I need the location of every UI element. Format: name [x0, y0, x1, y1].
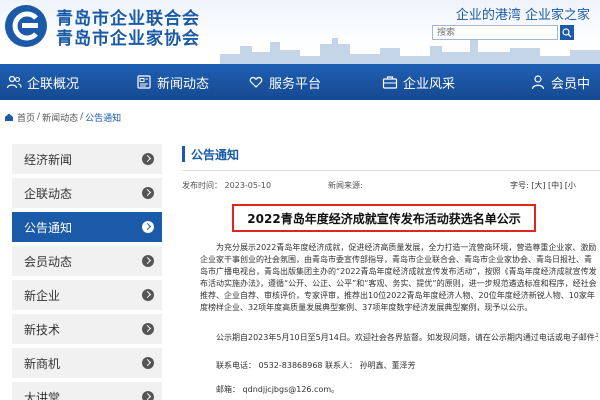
- sidebar-item-label: 新商机: [24, 356, 61, 371]
- sidebar-item-label: 会员动态: [24, 254, 73, 269]
- breadcrumb-separator: /: [80, 112, 84, 122]
- article-title-box: 2022青岛年度经济成就宣传发布活动获选名单公示: [232, 204, 536, 232]
- sidebar: 经济新闻 企联动态 公告通知 会员动态 新企业 新技术 新商机 大讲堂: [12, 142, 162, 400]
- article-title: 2022青岛年度经济成就宣传发布活动获选名单公示: [247, 211, 521, 226]
- publish-time-label: 发布时间：: [182, 181, 222, 190]
- nav-label: 新闻动态: [157, 76, 210, 92]
- chevron-right-icon: [142, 323, 154, 335]
- publish-time-value: 2023-05-10: [224, 181, 272, 190]
- breadcrumb-separator: /: [37, 112, 41, 122]
- nav-label: 企联概况: [27, 76, 80, 92]
- chevron-right-icon: [142, 289, 154, 301]
- people-icon: [6, 75, 22, 89]
- email-line: 邮箱： qdndjjcjbgs@126.com。: [216, 385, 340, 394]
- breadcrumb-home-link[interactable]: 首页: [17, 111, 35, 124]
- chevron-right-icon: [142, 357, 154, 369]
- sidebar-item-label: 公告通知: [24, 220, 73, 235]
- article-paragraph-1: 为充分展示2022青岛年度经济成就，促进经济高质量发展，全力打造一流营商环境，营…: [200, 243, 597, 312]
- sidebar-item-business-opportunities[interactable]: 新商机: [12, 348, 162, 378]
- skyline-decoration: [220, 38, 600, 64]
- nav-item-members[interactable]: 会员中: [530, 64, 590, 100]
- news-source-label: 新闻来源:: [328, 181, 363, 190]
- section-title: 公告通知: [182, 146, 239, 162]
- chevron-right-icon: [142, 153, 154, 165]
- sidebar-item-announcements[interactable]: 公告通知: [12, 212, 162, 242]
- nav-item-services[interactable]: 服务平台: [248, 64, 321, 100]
- sidebar-item-member-news[interactable]: 会员动态: [12, 246, 162, 276]
- breadcrumb: 首页 / 新闻动态 / 公告通知: [4, 110, 121, 124]
- sidebar-item-lecture-hall[interactable]: 大讲堂: [12, 382, 162, 400]
- article-paragraph-2: 公示期自2023年5月10日至5月14日。欢迎社会各界监督。如发现问题，请在公示…: [216, 333, 598, 342]
- font-size-controls[interactable]: 字号: [大] [中] [小: [510, 180, 576, 191]
- news-source: 新闻来源:: [328, 180, 363, 191]
- sidebar-item-new-tech[interactable]: 新技术: [12, 314, 162, 344]
- slogan: 企业的港湾 企业家之家: [455, 8, 590, 23]
- sidebar-item-label: 经济新闻: [24, 152, 73, 167]
- page: 青岛市企业联合会 青岛市企业家协会 企业的港湾 企业家之家 企联概况 新闻动态 …: [0, 0, 600, 400]
- section-divider: [182, 170, 600, 171]
- chevron-right-icon: [142, 221, 154, 233]
- nav-label: 企业风采: [403, 76, 456, 92]
- document-icon: [137, 75, 151, 89]
- main-nav: 企联概况 新闻动态 服务平台 企业风采 会员中: [0, 64, 600, 100]
- nav-item-overview[interactable]: 企联概况: [6, 64, 79, 100]
- nav-label: 服务平台: [269, 76, 322, 92]
- org-name-line2: 青岛市企业家协会: [56, 29, 200, 49]
- publish-time: 发布时间： 2023-05-10: [182, 180, 271, 191]
- sidebar-item-label: 企联动态: [24, 186, 73, 201]
- breadcrumb-section-link[interactable]: 新闻动态: [42, 111, 78, 124]
- sidebar-item-federation-news[interactable]: 企联动态: [12, 178, 162, 208]
- heart-hand-icon: [249, 76, 263, 88]
- home-icon: [5, 113, 13, 121]
- main-content: 公告通知 发布时间： 2023-05-10 新闻来源: 字号: [大] [中] …: [182, 142, 600, 400]
- chevron-right-icon: [142, 255, 154, 267]
- nav-label: 会员中: [551, 76, 591, 92]
- sidebar-item-label: 新企业: [24, 288, 61, 303]
- site-header: 青岛市企业联合会 青岛市企业家协会 企业的港湾 企业家之家: [0, 0, 600, 64]
- logo-icon[interactable]: [4, 4, 48, 48]
- chevron-right-icon: [142, 391, 154, 400]
- chevron-right-icon: [142, 187, 154, 199]
- nav-item-news[interactable]: 新闻动态: [136, 64, 209, 100]
- contact-line: 联系电话： 0532-83868968 联系人： 孙明鑫、董泽芳: [216, 361, 416, 370]
- sidebar-item-new-enterprises[interactable]: 新企业: [12, 280, 162, 310]
- sidebar-item-economic-news[interactable]: 经济新闻: [12, 144, 162, 174]
- nav-item-showcase[interactable]: 企业风采: [382, 64, 455, 100]
- sidebar-item-label: 新技术: [24, 322, 61, 337]
- member-icon: [531, 75, 545, 90]
- sidebar-item-label: 大讲堂: [24, 390, 61, 400]
- breadcrumb-current: 公告通知: [85, 113, 122, 124]
- briefcase-icon: [382, 76, 398, 89]
